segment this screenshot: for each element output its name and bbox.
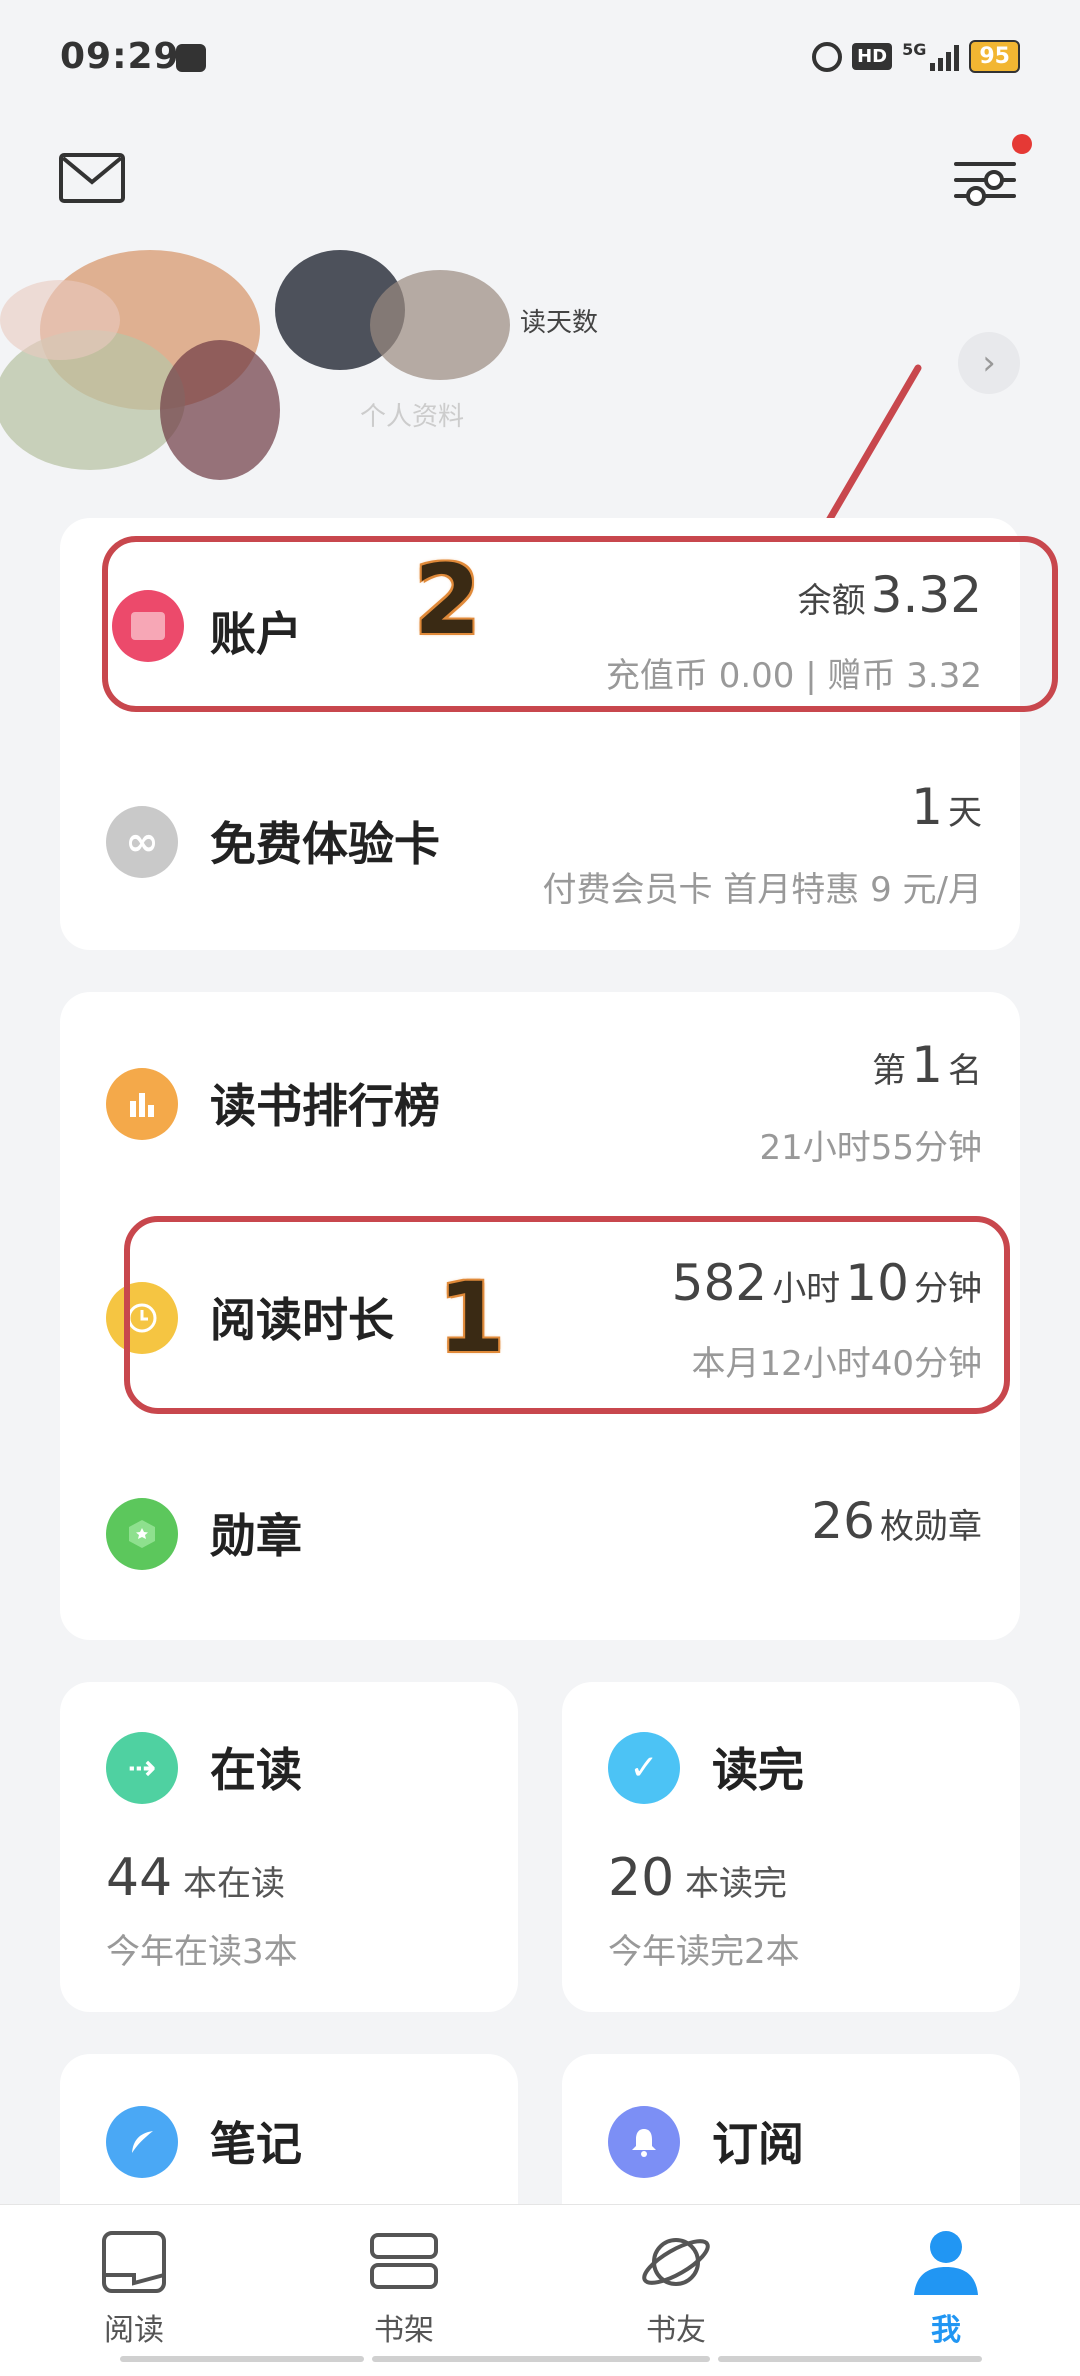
nav-item-friends[interactable]: 书友 (576, 2225, 776, 2349)
scroll-indicator-2 (372, 2356, 710, 2362)
annotation-number-1: 1 (438, 1262, 505, 1374)
planet-icon (636, 2225, 716, 2299)
finished-number: 20 (608, 1848, 675, 1908)
hd-badge: HD (852, 43, 893, 70)
nav-item-me[interactable]: 我 (846, 2225, 1046, 2349)
book-icon (94, 2225, 174, 2299)
reading-now-count: 44 本在读 (106, 1848, 285, 1908)
reading-now-unit: 本在读 (182, 1864, 285, 1904)
feather-icon (106, 2106, 178, 2178)
profile-obscured-area[interactable] (0, 230, 660, 490)
reading-now-card[interactable]: ⇢ 在读 44 本在读 今年在读3本 (60, 1682, 518, 2012)
ranking-detail: 21小时55分钟 (759, 1128, 982, 1168)
scroll-indicator-3 (718, 2356, 982, 2362)
finished-detail: 今年读完2本 (608, 1932, 800, 1972)
status-icons: HD 5G 95 (812, 40, 1020, 73)
finished-card[interactable]: ✓ 读完 20 本读完 今年读完2本 (562, 1682, 1020, 2012)
bookshelf-icon (364, 2225, 444, 2299)
nav-label-read: 阅读 (104, 2313, 164, 2348)
battery-icon: 95 (969, 40, 1020, 73)
bell-icon (608, 2106, 680, 2178)
trial-days-value: 1 (911, 778, 943, 836)
checkmark-icon: ✓ (608, 1732, 680, 1804)
notification-app-icon (176, 44, 206, 72)
infinity-icon: ∞ (106, 806, 178, 878)
bar-chart-icon (106, 1068, 178, 1140)
medals-number: 26 (811, 1492, 875, 1550)
reading-now-label: 在读 (210, 1743, 302, 1797)
annotation-box-2 (102, 536, 1058, 712)
chevron-right-icon[interactable]: › (958, 332, 1020, 394)
nav-label-bookshelf: 书架 (374, 2313, 434, 2348)
personal-info-link[interactable]: 个人资料 (360, 396, 464, 433)
mail-icon[interactable] (58, 152, 126, 204)
ranking-label[interactable]: 读书排行榜 (210, 1070, 440, 1136)
annotation-number-2: 2 (414, 544, 481, 656)
alarm-icon (812, 41, 843, 72)
arrow-right-icon: ⇢ (106, 1732, 178, 1804)
ranking-value: 第 1 名 (872, 1036, 982, 1094)
signal-icon (930, 43, 960, 71)
reading-now-number: 44 (106, 1848, 173, 1908)
trial-card-label[interactable]: 免费体验卡 (210, 808, 440, 874)
trial-days-unit: 天 (948, 793, 982, 833)
annotation-box-1 (124, 1216, 1010, 1414)
scroll-indicator-1 (120, 2356, 364, 2362)
reading-now-detail: 今年在读3本 (106, 1932, 298, 1972)
finished-count: 20 本读完 (608, 1848, 787, 1908)
finished-unit: 本读完 (684, 1864, 787, 1904)
nav-item-bookshelf[interactable]: 书架 (304, 2225, 504, 2349)
medal-icon (106, 1498, 178, 1570)
status-time: 09:29 (60, 36, 180, 77)
medals-unit: 枚勋章 (880, 1507, 982, 1547)
rank-number: 1 (911, 1036, 943, 1094)
person-icon (906, 2225, 986, 2299)
nav-label-me: 我 (931, 2313, 961, 2348)
trial-days: 1 天 (911, 778, 982, 836)
subscriptions-label: 订阅 (712, 2117, 804, 2171)
medals-count: 26 枚勋章 (811, 1492, 982, 1550)
nav-label-friends: 书友 (646, 2313, 706, 2348)
medals-label[interactable]: 勋章 (210, 1500, 302, 1566)
nav-item-read[interactable]: 阅读 (34, 2225, 234, 2349)
notification-dot (1012, 134, 1032, 154)
trial-detail: 付费会员卡 首月特惠 9 元/月 (542, 870, 982, 910)
rank-suffix: 名 (948, 1051, 982, 1091)
network-type: 5G (902, 40, 927, 59)
notes-label: 笔记 (210, 2117, 302, 2171)
rank-prefix: 第 (872, 1051, 906, 1091)
read-days-label: 读天数 (520, 308, 599, 338)
bottom-nav: 阅读 书架 书友 我 (0, 2204, 1080, 2376)
sliders-icon[interactable] (952, 150, 1018, 210)
finished-label: 读完 (712, 1743, 804, 1797)
